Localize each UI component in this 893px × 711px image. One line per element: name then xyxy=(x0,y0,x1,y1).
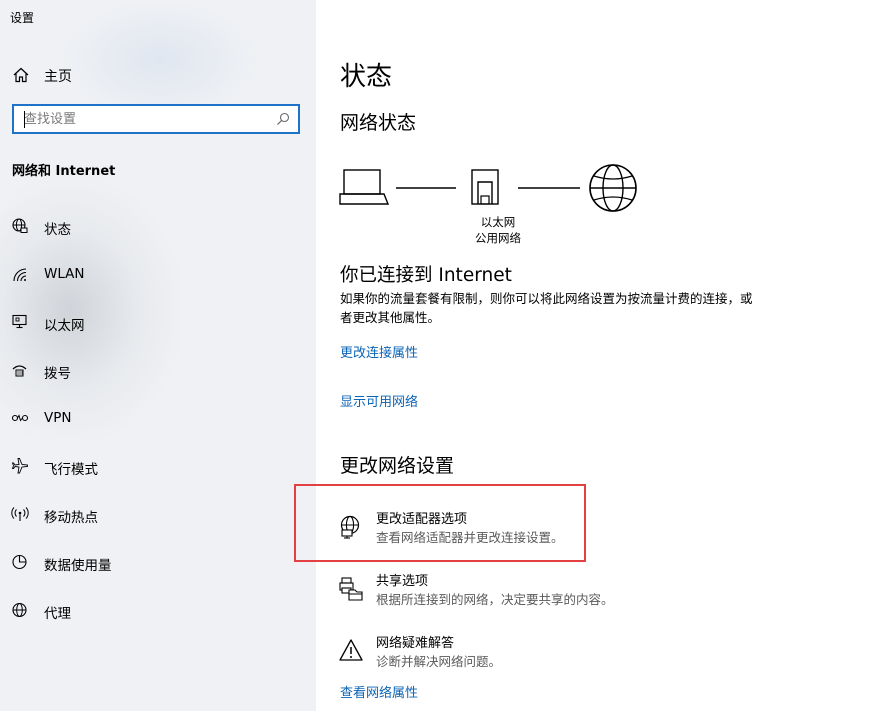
network-status-heading: 网络状态 xyxy=(340,112,417,134)
network-diagram: 以太网 公用网络 xyxy=(338,160,648,250)
dialup-icon xyxy=(12,365,27,377)
search-box[interactable] xyxy=(12,104,300,134)
sidebar-item-label: 状态 xyxy=(44,222,71,238)
sidebar-item-status[interactable]: 状态 xyxy=(0,210,316,258)
sidebar-item-proxy[interactable]: 代理 xyxy=(0,594,316,642)
sidebar-item-airplane[interactable]: 飞行模式 xyxy=(0,450,316,498)
window-title: 设置 xyxy=(10,11,35,25)
hotspot-icon xyxy=(11,507,29,521)
sidebar: 设置 主页 网络和 Internet 状态 xyxy=(0,0,316,711)
page-title: 状态 xyxy=(340,62,393,92)
adapter-name-label: 以太网 xyxy=(480,215,516,229)
network-type-label: 公用网络 xyxy=(475,231,521,245)
airplane-icon xyxy=(11,458,28,474)
sharing-printer-icon xyxy=(339,577,363,601)
sidebar-item-hotspot[interactable]: 移动热点 xyxy=(0,498,316,546)
vpn-icon xyxy=(11,414,29,422)
sidebar-item-label: 拨号 xyxy=(44,366,71,382)
sidebar-item-label: 以太网 xyxy=(44,318,85,334)
sidebar-item-vpn[interactable]: VPN xyxy=(0,402,316,450)
change-network-settings-heading: 更改网络设置 xyxy=(340,455,455,477)
laptop-icon xyxy=(339,169,390,205)
search-input[interactable] xyxy=(24,110,274,128)
main-content: 状态 网络状态 以太网 公用网络 你已连接到 Internet 如果你的流量套餐… xyxy=(316,0,893,711)
option-title: 网络疑难解答 xyxy=(376,636,455,651)
text-caret xyxy=(24,111,25,128)
sidebar-section-heading: 网络和 Internet xyxy=(12,164,116,179)
view-network-properties-link[interactable]: 查看网络属性 xyxy=(340,682,418,701)
network-diagram-graphic xyxy=(339,164,637,212)
sidebar-item-home[interactable]: 主页 xyxy=(0,60,316,88)
network-troubleshooter[interactable]: 网络疑难解答 诊断并解决网络问题。 xyxy=(336,632,636,678)
home-icon xyxy=(13,67,29,83)
sidebar-item-label: 移动热点 xyxy=(44,510,98,526)
wifi-icon xyxy=(13,268,27,282)
status-globe-icon xyxy=(12,218,28,233)
sidebar-item-label: 飞行模式 xyxy=(44,462,98,478)
connection-status-description: 如果你的流量套餐有限制，则你可以将此网络设置为按流量计费的连接，或者更改其他属性… xyxy=(340,291,753,325)
internet-globe-icon xyxy=(589,164,637,212)
option-title: 共享选项 xyxy=(376,574,429,589)
change-connection-properties-link[interactable]: 更改连接属性 xyxy=(340,342,418,361)
sidebar-item-wlan[interactable]: WLAN xyxy=(0,258,316,306)
sharing-options[interactable]: 共享选项 根据所连接到的网络，决定要共享的内容。 xyxy=(336,570,636,616)
ethernet-port-icon xyxy=(471,169,499,205)
option-description: 诊断并解决网络问题。 xyxy=(376,654,502,669)
data-usage-icon xyxy=(12,554,27,570)
sidebar-item-dialup[interactable]: 拨号 xyxy=(0,354,316,402)
sidebar-item-home-label: 主页 xyxy=(44,69,72,85)
sidebar-item-label: WLAN xyxy=(44,266,85,282)
connection-status-title: 你已连接到 Internet xyxy=(340,265,512,286)
ethernet-icon xyxy=(12,314,27,329)
proxy-globe-icon xyxy=(12,602,27,618)
sidebar-item-data-usage[interactable]: 数据使用量 xyxy=(0,546,316,594)
search-icon[interactable] xyxy=(276,112,290,126)
sidebar-item-label: VPN xyxy=(44,410,72,426)
option-description: 根据所连接到的网络，决定要共享的内容。 xyxy=(376,592,614,607)
show-available-networks-link[interactable]: 显示可用网络 xyxy=(340,391,418,410)
sidebar-item-label: 数据使用量 xyxy=(44,558,112,574)
sidebar-nav: 状态 WLAN 以太网 拨号 VPN 飞行模式 移动热点 数据使用量 代理 xyxy=(0,210,316,642)
warning-triangle-icon xyxy=(339,639,363,661)
sidebar-item-ethernet[interactable]: 以太网 xyxy=(0,306,316,354)
highlight-box xyxy=(294,484,586,562)
sidebar-item-label: 代理 xyxy=(44,606,71,622)
